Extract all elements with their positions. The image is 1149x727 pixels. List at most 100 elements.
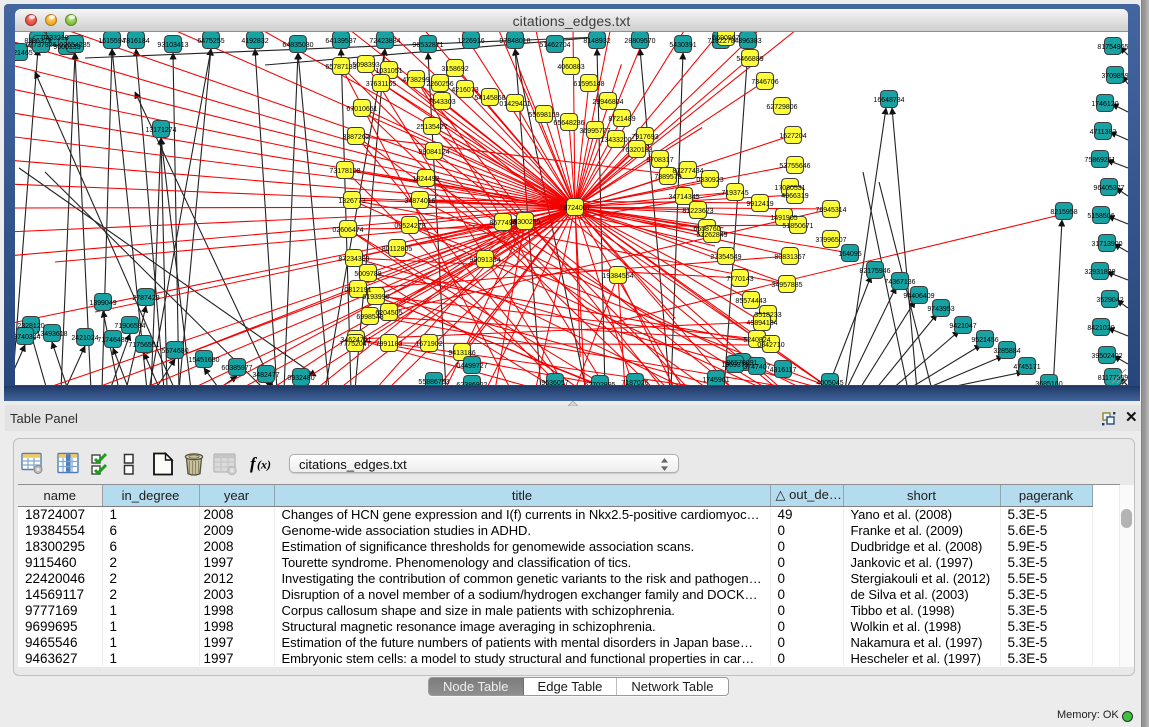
svg-text:49894134: 49894134 — [746, 320, 777, 327]
svg-text:64139537: 64139537 — [325, 38, 356, 45]
svg-text:76320163: 76320163 — [621, 147, 652, 154]
svg-text:1746120: 1746120 — [1091, 101, 1118, 108]
svg-text:51850671: 51850671 — [782, 223, 813, 230]
svg-text:9636057: 9636057 — [541, 380, 568, 385]
svg-text:39502402: 39502402 — [1091, 353, 1122, 360]
svg-text:32931839: 32931839 — [1084, 269, 1115, 276]
svg-text:1671902: 1671902 — [415, 341, 442, 348]
svg-text:87277434: 87277434 — [672, 168, 703, 175]
svg-text:51462704: 51462704 — [539, 42, 570, 49]
svg-text:6204505: 6204505 — [375, 310, 402, 317]
svg-text:75869261: 75869261 — [1084, 157, 1115, 164]
svg-text:7346706: 7346706 — [751, 79, 778, 86]
svg-text:9912419: 9912419 — [746, 201, 773, 208]
svg-text:8148932: 8148932 — [583, 38, 610, 45]
svg-text:3285884: 3285884 — [993, 348, 1020, 355]
svg-text:7889579: 7889579 — [654, 174, 681, 181]
svg-text:60385977: 60385977 — [221, 365, 252, 372]
svg-text:73178108: 73178108 — [329, 168, 360, 175]
svg-text:62729806: 62729806 — [766, 104, 797, 111]
svg-text:(x): (x) — [257, 457, 271, 471]
svg-text:9821465: 9821465 — [15, 50, 33, 57]
svg-text:1031051: 1031051 — [375, 68, 402, 75]
svg-text:53755646: 53755646 — [779, 163, 810, 170]
svg-text:29946804: 29946804 — [592, 99, 623, 106]
svg-text:3529042: 3529042 — [1096, 297, 1123, 304]
svg-text:3387262: 3387262 — [342, 134, 369, 141]
svg-text:3709859: 3709859 — [1101, 73, 1128, 80]
svg-text:1745961: 1745961 — [702, 377, 729, 384]
svg-text:9413186: 9413186 — [448, 350, 475, 357]
svg-text:0932480: 0932480 — [287, 375, 314, 382]
svg-text:5009788: 5009788 — [354, 271, 381, 278]
svg-text:71746488: 71746488 — [97, 337, 128, 344]
svg-text:8721489: 8721489 — [608, 116, 635, 123]
svg-text:1627204: 1627204 — [779, 133, 806, 140]
svg-text:164095: 164095 — [838, 251, 861, 258]
svg-text:62386922: 62386922 — [456, 382, 487, 385]
svg-text:34874016: 34874016 — [404, 198, 435, 205]
svg-text:55698169: 55698169 — [528, 112, 559, 119]
svg-text:02606474: 02606474 — [332, 227, 363, 234]
svg-text:04499727: 04499727 — [456, 363, 487, 370]
svg-text:85574443: 85574443 — [735, 298, 766, 305]
svg-text:1824493: 1824493 — [412, 176, 439, 183]
svg-text:80831367: 80831367 — [774, 254, 805, 261]
svg-text:81754965: 81754965 — [1097, 44, 1128, 51]
svg-text:93103413: 93103413 — [157, 42, 188, 49]
svg-text:4192832: 4192832 — [241, 38, 268, 45]
svg-text:5158506: 5158506 — [1087, 213, 1114, 220]
svg-text:34714345: 34714345 — [668, 194, 699, 201]
svg-text:18724007: 18724007 — [559, 205, 590, 212]
svg-text:36995777: 36995777 — [579, 128, 610, 135]
svg-text:27354549: 27354549 — [710, 254, 741, 261]
svg-text:8677496: 8677496 — [489, 220, 516, 227]
svg-text:77752047: 77752047 — [339, 341, 370, 348]
svg-text:15451680: 15451680 — [188, 357, 219, 364]
svg-text:13171274: 13171274 — [145, 127, 176, 134]
svg-text:4711382: 4711382 — [1090, 129, 1117, 136]
svg-text:37631165: 37631165 — [366, 81, 397, 88]
svg-text:0812191: 0812191 — [344, 287, 371, 294]
svg-text:3158692: 3158692 — [441, 66, 468, 73]
svg-text:65648236: 65648236 — [553, 120, 584, 127]
svg-text:17080531: 17080531 — [774, 185, 805, 192]
svg-text:7543303: 7543303 — [428, 99, 455, 106]
svg-text:5430391: 5430391 — [669, 42, 696, 49]
svg-text:4216073: 4216073 — [451, 87, 478, 94]
svg-text:8421020: 8421020 — [1087, 325, 1114, 332]
svg-text:9743953: 9743953 — [927, 306, 954, 313]
svg-text:64835030: 64835030 — [282, 42, 313, 49]
svg-text:19384554: 19384554 — [602, 273, 633, 280]
svg-text:7991183: 7991183 — [376, 341, 403, 348]
svg-text:5466889: 5466889 — [736, 56, 763, 63]
svg-text:13493618: 13493618 — [36, 331, 67, 338]
svg-text:37996507: 37996507 — [815, 237, 846, 244]
svg-text:57262849: 57262849 — [696, 232, 727, 239]
svg-text:7187026: 7187026 — [621, 380, 648, 385]
svg-text:72423884: 72423884 — [369, 38, 400, 45]
svg-text:3482477: 3482477 — [252, 372, 279, 379]
svg-text:76945314: 76945314 — [815, 207, 846, 214]
svg-text:61595148: 61595148 — [573, 81, 604, 88]
svg-text:62702895: 62702895 — [584, 382, 615, 385]
svg-text:9521456: 9521456 — [971, 337, 998, 344]
svg-text:98084124: 98084124 — [418, 149, 449, 156]
svg-text:94406409: 94406409 — [903, 293, 934, 300]
svg-text:4005045: 4005045 — [816, 380, 843, 385]
svg-text:1326773: 1326773 — [338, 198, 365, 205]
svg-text:96405377: 96405377 — [1093, 185, 1124, 192]
svg-text:2421024: 2421024 — [71, 335, 98, 342]
svg-text:7770143: 7770143 — [726, 276, 753, 283]
svg-text:25135427: 25135427 — [416, 124, 447, 131]
svg-text:34957885: 34957885 — [771, 282, 802, 289]
svg-text:7193745: 7193745 — [721, 190, 748, 197]
svg-text:81223623: 81223623 — [682, 208, 713, 215]
svg-text:8708317: 8708317 — [646, 157, 673, 164]
svg-text:01429401: 01429401 — [499, 101, 530, 108]
svg-text:3747407: 3747407 — [743, 364, 770, 371]
svg-text:7816184: 7816184 — [122, 38, 149, 45]
svg-text:82175946: 82175946 — [859, 268, 890, 275]
svg-text:4316117: 4316117 — [770, 367, 797, 374]
svg-text:71906594: 71906594 — [114, 323, 145, 330]
